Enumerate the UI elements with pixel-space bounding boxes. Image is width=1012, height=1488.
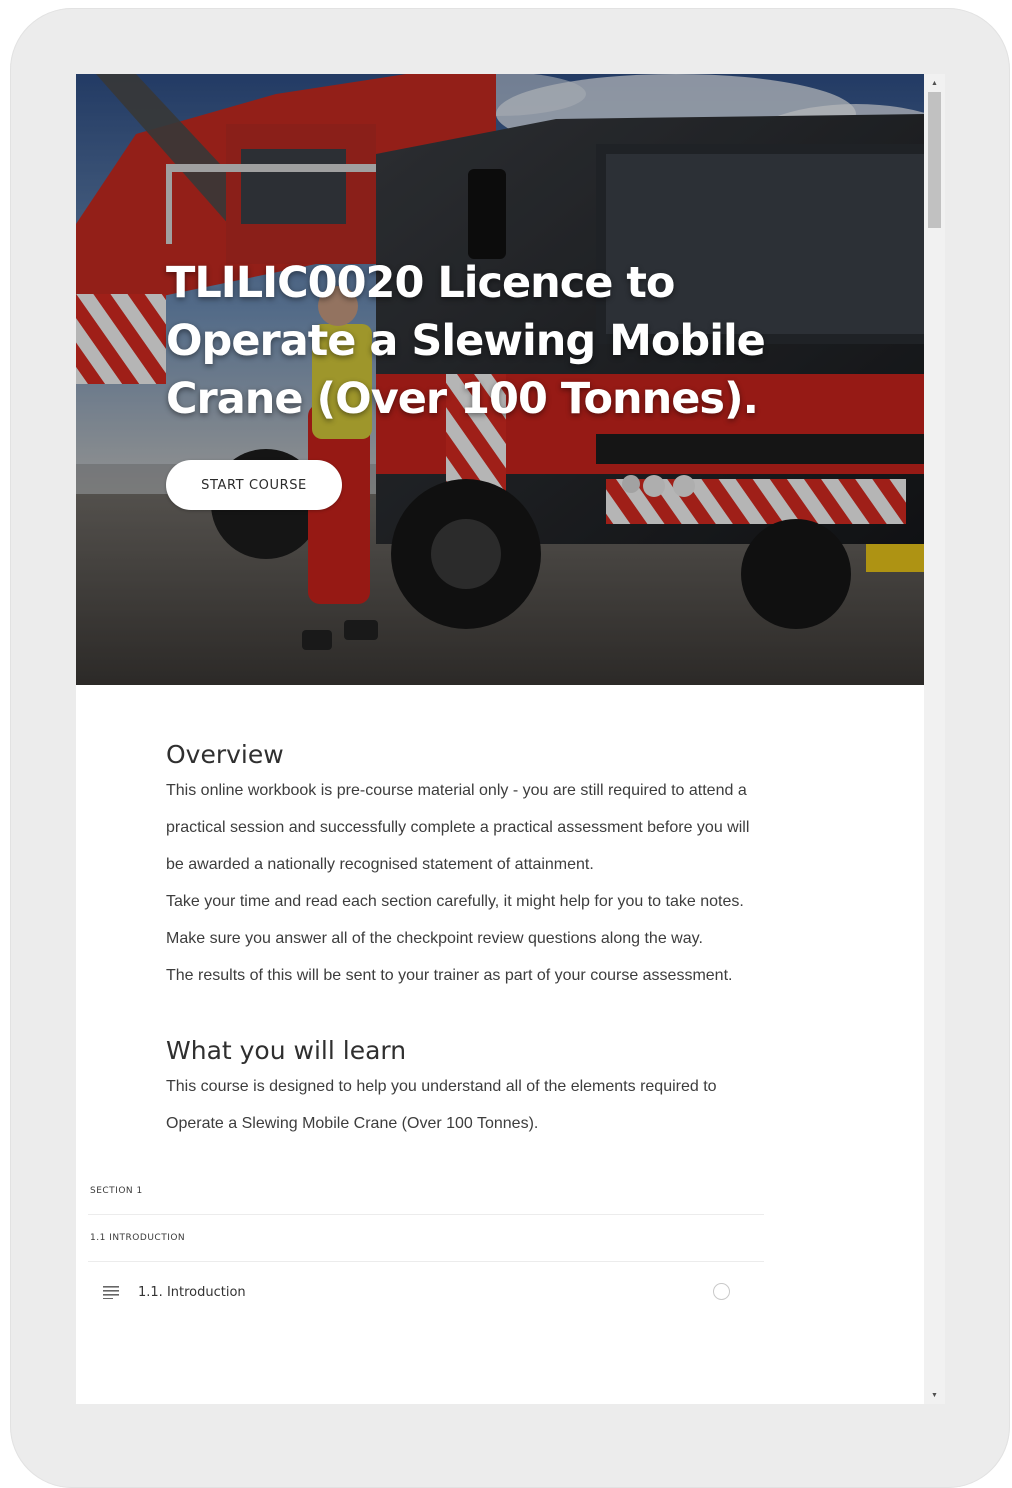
learn-line: This course is designed to help you unde… [166,1078,717,1095]
section-header: SECTION 1 [88,1168,764,1215]
overview-line: The results of this will be sent to your… [166,967,733,984]
lesson-status-circle-icon [713,1283,730,1300]
what-you-will-learn-section: What you will learn This course is desig… [166,1034,717,1142]
text-lines-icon [92,1280,132,1304]
course-outline: SECTION 1 1.1 INTRODUCTION [88,1168,764,1262]
course-hero: TLILIC0020 Licence to Operate a Slewing … [76,74,924,685]
scroll-down-arrow-icon[interactable]: ▼ [928,1388,941,1402]
lesson-item[interactable]: 1.1. Introduction [88,1262,764,1322]
overview-heading: Overview [166,740,284,769]
overview-line: Take your time and read each section car… [166,893,744,910]
overview-line: practical session and successfully compl… [166,819,750,836]
subsection-header: 1.1 INTRODUCTION [88,1215,764,1262]
subsection-label: 1.1 INTRODUCTION [90,1233,186,1243]
scroll-up-arrow-icon[interactable]: ▲ [928,76,941,90]
course-title: TLILIC0020 Licence to Operate a Slewing … [166,258,766,424]
scrollbar[interactable]: ▲ ▼ [924,74,945,1404]
lesson-title: 1.1. Introduction [138,1284,246,1300]
scrollbar-thumb[interactable] [928,92,941,228]
overview-section: Overview This online workbook is pre-cou… [166,738,749,994]
overview-line: be awarded a nationally recognised state… [166,856,594,873]
learn-line: Operate a Slewing Mobile Crane (Over 100… [166,1115,539,1132]
overview-line: Make sure you answer all of the checkpoi… [166,930,703,947]
section-label: SECTION 1 [90,1186,143,1196]
learn-heading: What you will learn [166,1036,407,1065]
overview-line: This online workbook is pre-course mater… [166,782,747,799]
start-course-button[interactable]: START COURSE [166,460,342,510]
